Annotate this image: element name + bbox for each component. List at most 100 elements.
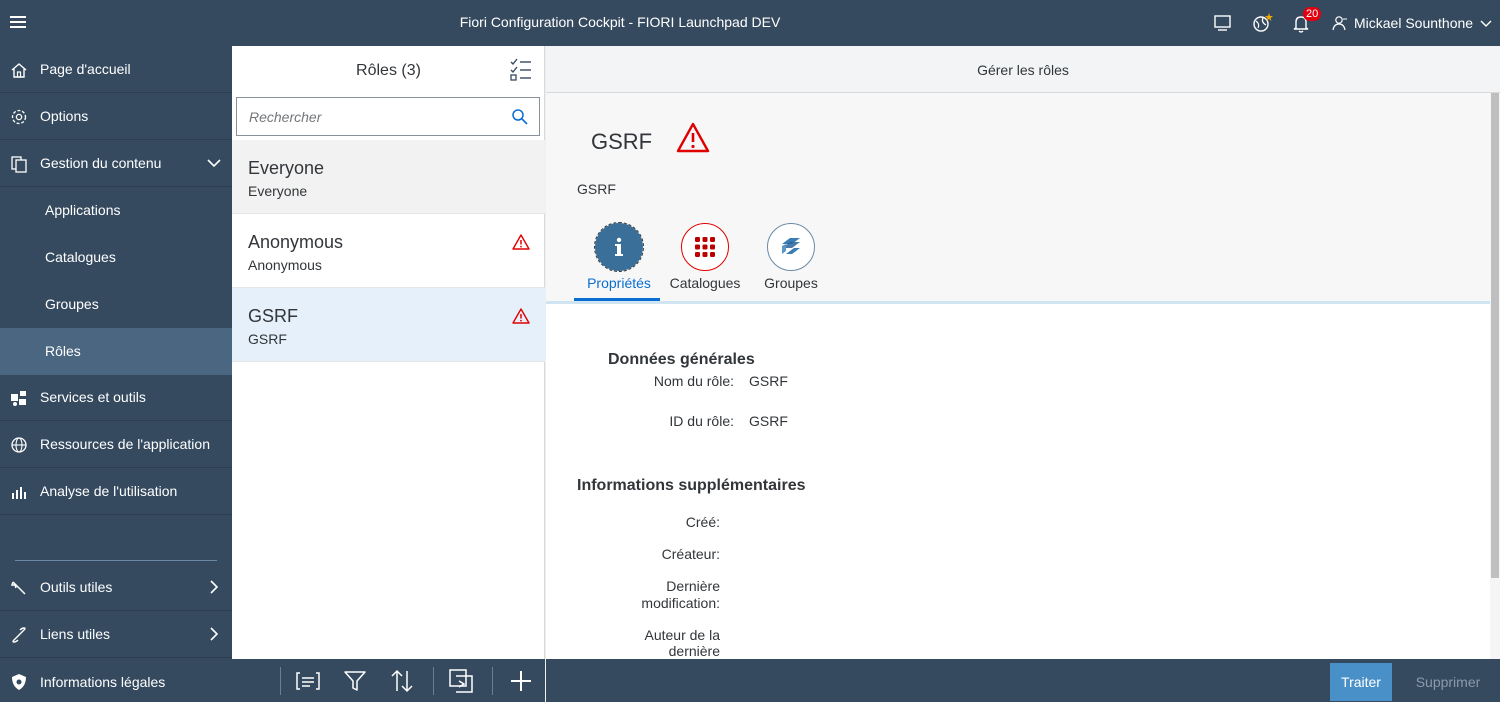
home-icon bbox=[11, 63, 27, 78]
role-detail-page: Gérer les rôles GSRF GSRF Propriétés Cat… bbox=[546, 46, 1500, 702]
scrollbar-thumb[interactable] bbox=[1491, 93, 1499, 578]
list-item-gsrf[interactable]: GSRF GSRF bbox=[232, 288, 545, 362]
role-name-label: Nom du rôle: bbox=[653, 373, 734, 389]
sidebar-item-label: Gestion du contenu bbox=[40, 155, 162, 171]
tab-bar-divider bbox=[546, 301, 1490, 304]
chevron-right-icon bbox=[210, 627, 219, 641]
tab-catalogs[interactable]: Catalogues bbox=[660, 223, 750, 303]
chevron-down-icon bbox=[207, 159, 221, 168]
sidebar-item-groups[interactable]: Groupes bbox=[0, 281, 232, 328]
globe-icon bbox=[11, 437, 27, 453]
link-icon bbox=[12, 627, 26, 643]
list-item-title: Everyone bbox=[248, 158, 325, 178]
search-field bbox=[236, 97, 540, 136]
warning-icon bbox=[512, 234, 530, 250]
list-item-everyone[interactable]: Everyone Everyone bbox=[232, 140, 545, 214]
services-icon bbox=[11, 391, 26, 406]
gear-icon bbox=[11, 109, 27, 125]
detail-header: Gérer les rôles bbox=[546, 46, 1500, 93]
created-label: Créé: bbox=[685, 514, 720, 530]
last-author-label-line1: Auteur de la bbox=[644, 627, 721, 643]
sidebar-item-label: Page d'accueil bbox=[40, 61, 131, 77]
tab-label: Propriétés bbox=[587, 275, 651, 291]
last-modified-label-line1: Dernière bbox=[666, 578, 720, 594]
list-item-description: Anonymous bbox=[248, 257, 322, 273]
sidebar-item-label: Liens utiles bbox=[40, 626, 111, 642]
sidebar-item-label: Options bbox=[40, 108, 89, 124]
copy-role-icon[interactable] bbox=[448, 668, 474, 694]
delete-button[interactable]: Supprimer bbox=[1408, 663, 1488, 701]
tab-groups[interactable]: Groupes bbox=[746, 223, 836, 303]
notification-badge: 20 bbox=[1303, 7, 1322, 21]
sidebar-item-options[interactable]: Options bbox=[0, 93, 232, 140]
multi-select-icon[interactable] bbox=[510, 58, 532, 82]
role-name-value: GSRF bbox=[749, 373, 788, 389]
group-icon[interactable] bbox=[295, 668, 321, 694]
toolbar-separator bbox=[492, 667, 493, 695]
object-subtitle: GSRF bbox=[577, 181, 616, 197]
sidebar-item-app-resources[interactable]: Ressources de l'application bbox=[0, 421, 232, 468]
sidebar-item-useful-links[interactable]: Liens utiles bbox=[0, 611, 232, 658]
filter-icon[interactable] bbox=[342, 668, 368, 694]
shell-bar: Fiori Configuration Cockpit - FIORI Laun… bbox=[0, 0, 1500, 46]
toolbar-separator bbox=[280, 667, 281, 695]
toolbar-separator bbox=[433, 667, 434, 695]
search-input[interactable] bbox=[237, 98, 505, 135]
sidebar-item-label: Ressources de l'application bbox=[40, 436, 210, 452]
sidebar-item-roles[interactable]: Rôles bbox=[0, 328, 232, 375]
app-title: Fiori Configuration Cockpit - FIORI Laun… bbox=[459, 14, 781, 30]
tab-icon-container bbox=[681, 223, 729, 271]
chevron-down-icon bbox=[1480, 20, 1492, 27]
sort-icon[interactable] bbox=[389, 668, 415, 694]
info-icon bbox=[615, 237, 623, 256]
last-modified-label-line2: modification: bbox=[641, 595, 720, 611]
detail-scrollbar[interactable] bbox=[1490, 93, 1500, 659]
grid-icon bbox=[695, 237, 715, 257]
master-title: Rôles (3) bbox=[356, 62, 421, 79]
role-id-value: GSRF bbox=[749, 413, 788, 429]
user-name: Mickael Sounthone bbox=[1354, 15, 1474, 31]
detail-page-title: Gérer les rôles bbox=[977, 62, 1069, 78]
sidebar-item-useful-tools[interactable]: Outils utiles bbox=[0, 564, 232, 611]
tab-icon-container bbox=[767, 223, 815, 271]
warning-icon bbox=[512, 308, 530, 324]
sidebar-item-label: Services et outils bbox=[40, 389, 146, 405]
sidebar-item-legal[interactable]: Informations légales bbox=[0, 658, 232, 702]
screen-icon[interactable] bbox=[1212, 12, 1234, 34]
edit-button[interactable]: Traiter bbox=[1330, 663, 1392, 701]
creator-label: Créateur: bbox=[661, 546, 720, 562]
sidebar-item-label: Analyse de l'utilisation bbox=[40, 483, 178, 499]
detail-footer-toolbar: Traiter Supprimer bbox=[546, 659, 1500, 702]
sidebar-item-usage-analysis[interactable]: Analyse de l'utilisation bbox=[0, 468, 232, 515]
master-footer-toolbar bbox=[232, 659, 545, 702]
sidebar-item-services-tools[interactable]: Services et outils bbox=[0, 374, 232, 421]
sidebar-item-applications[interactable]: Applications bbox=[0, 187, 232, 234]
sidebar-item-label: Outils utiles bbox=[40, 579, 113, 595]
side-navigation: Page d'accueil Options Gestion du conten… bbox=[0, 46, 232, 702]
sidebar-item-home[interactable]: Page d'accueil bbox=[0, 46, 232, 93]
last-author-label-line2: dernière bbox=[668, 643, 720, 659]
master-header: Rôles (3) bbox=[232, 46, 545, 94]
user-icon bbox=[1332, 16, 1347, 31]
sidebar-item-content-management[interactable]: Gestion du contenu bbox=[0, 140, 232, 187]
tab-label: Catalogues bbox=[669, 275, 741, 291]
warning-icon bbox=[676, 122, 710, 153]
tab-label: Groupes bbox=[764, 275, 818, 291]
sidebar-item-label: Catalogues bbox=[45, 249, 116, 265]
sidebar-item-catalogs[interactable]: Catalogues bbox=[0, 234, 232, 281]
add-icon[interactable] bbox=[508, 668, 534, 694]
tab-properties[interactable]: Propriétés bbox=[574, 222, 664, 303]
wrench-icon bbox=[10, 581, 26, 595]
copy-icon bbox=[11, 156, 27, 173]
list-item-anonymous[interactable]: Anonymous Anonymous bbox=[232, 214, 545, 288]
search-icon[interactable] bbox=[511, 108, 529, 126]
sidebar-item-label: Informations légales bbox=[40, 673, 166, 690]
list-item-title: Anonymous bbox=[248, 232, 344, 252]
bar-chart-icon bbox=[12, 487, 26, 499]
user-menu[interactable]: Mickael Sounthone bbox=[1332, 12, 1493, 34]
globe-star-icon[interactable] bbox=[1251, 12, 1273, 34]
object-header: GSRF GSRF Propriétés Catalogues Groupes bbox=[546, 93, 1490, 303]
shield-icon bbox=[12, 674, 26, 690]
sidebar-item-label: Groupes bbox=[45, 296, 99, 312]
chevron-right-icon bbox=[210, 580, 219, 594]
